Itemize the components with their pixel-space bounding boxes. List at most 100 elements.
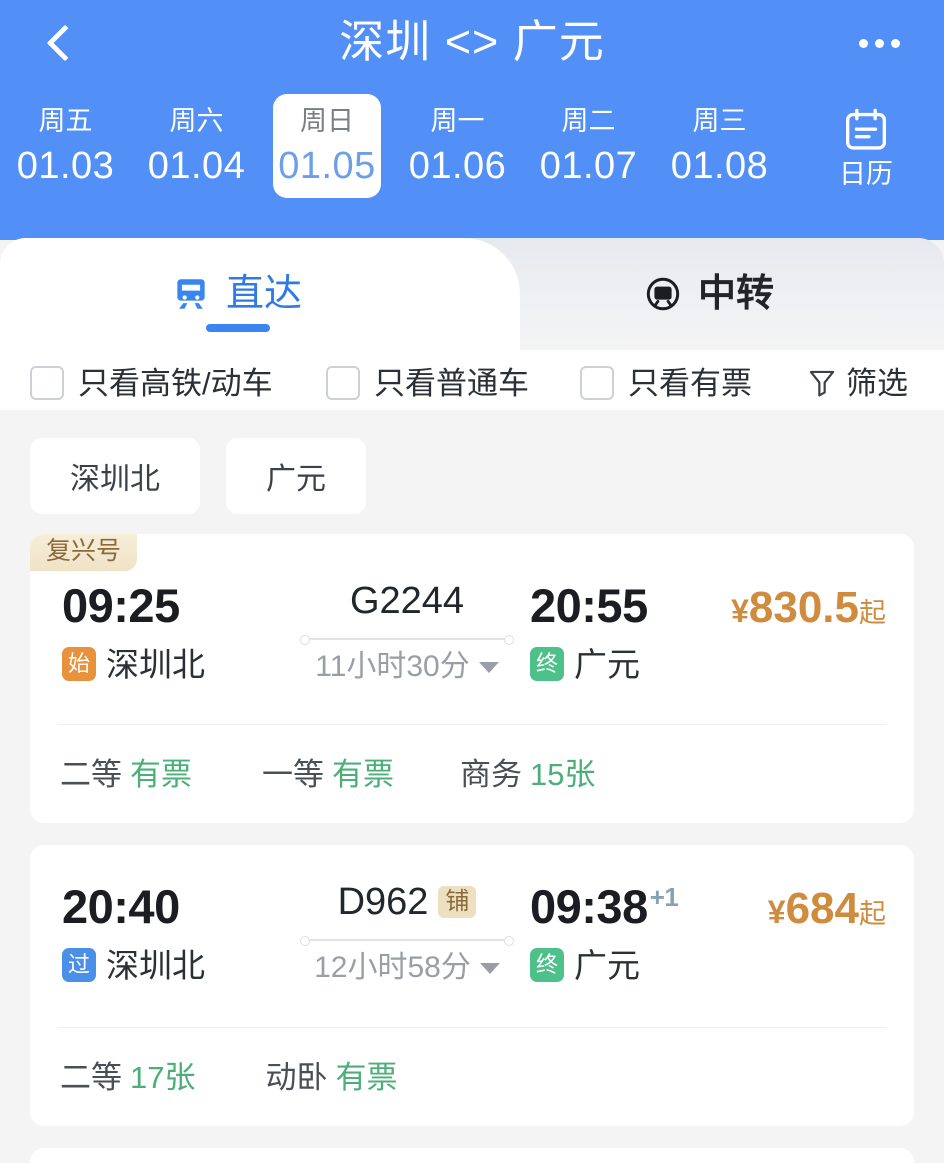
- filter-highspeed-label: 只看高铁/动车: [78, 365, 273, 401]
- price: ¥684起: [768, 887, 886, 931]
- price-block: ¥830.5起: [731, 586, 886, 630]
- currency-symbol: ¥: [731, 593, 749, 629]
- filter-row: 只看高铁/动车 只看普通车 只看有票 筛选: [0, 350, 944, 416]
- tab-transfer[interactable]: 中转: [472, 238, 944, 350]
- duration-line: [300, 635, 514, 645]
- seat-class-label: 一等: [262, 756, 324, 792]
- checkbox-icon[interactable]: [580, 366, 614, 400]
- seat-class-item[interactable]: 动卧 有票: [265, 1062, 397, 1093]
- train-card[interactable]: 20:40 过 深圳北 D962 铺 12小时58分 09:38+1 终 广元 …: [30, 845, 914, 1126]
- filter-normal-label: 只看普通车: [374, 365, 529, 401]
- more-horizontal-icon: [890, 38, 900, 48]
- duration-toggle[interactable]: 12小时58分: [314, 953, 500, 983]
- seat-status: 有票: [332, 756, 394, 792]
- date-item-0[interactable]: 周五 01.03: [0, 96, 131, 196]
- train-number-text: G2244: [349, 580, 465, 622]
- filter-normal[interactable]: 只看普通车: [326, 366, 529, 400]
- arrival-time-text: 09:38: [530, 880, 648, 933]
- train-number: D962 铺: [338, 883, 477, 921]
- seat-class-label: 商务: [460, 756, 522, 792]
- seat-class-item[interactable]: 商务 15张: [460, 759, 595, 790]
- date-item-2-selected[interactable]: 周日 01.05: [273, 94, 381, 198]
- date-item-1[interactable]: 周六 01.04: [131, 96, 262, 196]
- date-weekday: 周五: [38, 105, 93, 136]
- seat-availability-row: 二等 17张 动卧 有票: [30, 1028, 914, 1126]
- train-card[interactable]: [30, 1148, 914, 1163]
- departure-block: 20:40 过 深圳北: [62, 883, 292, 982]
- tab-direct-label: 直达: [225, 273, 302, 315]
- arrival-station: 广元: [574, 645, 640, 683]
- train-number-block: G2244 11小时30分: [292, 582, 522, 682]
- transfer-train-icon: [646, 277, 680, 311]
- duration-toggle[interactable]: 11小时30分: [315, 652, 499, 682]
- pass-station-badge: 过: [62, 948, 96, 982]
- price-suffix: 起: [859, 598, 886, 628]
- arrival-block: 09:38+1 终 广元: [530, 883, 750, 982]
- duration-line: [300, 936, 514, 946]
- departure-station: 深圳北: [106, 645, 205, 683]
- date-item-4[interactable]: 周二 01.07: [523, 96, 654, 196]
- chevron-down-icon: [479, 962, 500, 974]
- filter-button-label: 筛选: [846, 365, 908, 401]
- filter-available[interactable]: 只看有票: [580, 366, 752, 400]
- seat-class-item[interactable]: 二等 17张: [60, 1062, 195, 1093]
- calendar-button[interactable]: 日历: [805, 96, 927, 196]
- nav-bar: 深圳 <> 广元: [0, 0, 944, 88]
- seat-class-label: 二等: [60, 1059, 122, 1095]
- train-icon: [177, 279, 205, 309]
- arrival-station: 广元: [574, 946, 640, 984]
- price-value: 684: [785, 884, 859, 933]
- date-item-3[interactable]: 周一 01.06: [392, 96, 523, 196]
- departure-time: 20:40: [62, 880, 180, 933]
- more-options-button[interactable]: [844, 18, 914, 68]
- seat-class-item[interactable]: 一等 有票: [262, 759, 394, 790]
- date-value: 01.07: [539, 144, 638, 187]
- more-horizontal-icon: [874, 38, 884, 48]
- date-weekday: 周日: [300, 105, 354, 136]
- filter-available-label: 只看有票: [628, 365, 752, 401]
- seat-class-item[interactable]: 二等 有票: [60, 759, 192, 790]
- departure-time: 09:25: [62, 579, 180, 632]
- seat-status: 有票: [130, 756, 192, 792]
- train-card[interactable]: 复兴号 09:25 始 深圳北 G2244 11小时30分 20:55 终 广元…: [30, 534, 914, 823]
- seat-availability-row: 二等 有票 一等 有票 商务 15张: [30, 725, 914, 823]
- date-weekday: 周六: [169, 105, 224, 136]
- tab-bar: 直达 中转: [0, 238, 944, 350]
- station-chip-row: 深圳北 广元: [0, 438, 944, 514]
- currency-symbol: ¥: [767, 894, 786, 930]
- tab-direct[interactable]: 直达: [0, 238, 472, 350]
- checkbox-icon[interactable]: [30, 366, 64, 400]
- filter-button[interactable]: 筛选: [808, 368, 908, 399]
- calendar-label: 日历: [839, 158, 893, 189]
- departure-block: 09:25 始 深圳北: [62, 582, 292, 681]
- departure-station-row: 始 深圳北: [62, 647, 292, 681]
- train-number-text: D962: [337, 881, 429, 923]
- arrival-day-offset: +1: [649, 882, 679, 913]
- date-value: 01.03: [16, 144, 115, 187]
- filter-highspeed[interactable]: 只看高铁/动车: [30, 366, 273, 400]
- arrival-station-row: 终 广元: [530, 948, 750, 982]
- active-tab-indicator: [206, 324, 270, 332]
- arrival-block: 20:55 终 广元: [530, 582, 750, 681]
- date-item-5[interactable]: 周三 01.08: [654, 96, 785, 196]
- start-station-badge: 始: [62, 647, 96, 681]
- seat-status: 15张: [530, 756, 596, 792]
- date-selector: 周五 01.03 周六 01.04 周日 01.05 周一 01.06 周二 0…: [0, 94, 944, 216]
- checkbox-icon[interactable]: [326, 366, 360, 400]
- train-list: 复兴号 09:25 始 深圳北 G2244 11小时30分 20:55 终 广元…: [0, 534, 944, 1163]
- seat-class-label: 动卧: [265, 1059, 328, 1095]
- date-value: 01.06: [408, 144, 507, 187]
- date-value: 01.08: [670, 144, 769, 187]
- end-station-badge: 终: [530, 948, 564, 982]
- train-card-main: 20:40 过 深圳北 D962 铺 12小时58分 09:38+1 终 广元 …: [30, 845, 914, 1027]
- station-chip-origin[interactable]: 深圳北: [30, 438, 200, 514]
- seat-status: 有票: [335, 1059, 398, 1095]
- date-weekday: 周二: [561, 105, 616, 136]
- station-chip-destination[interactable]: 广元: [226, 438, 366, 514]
- arrival-station-row: 终 广元: [530, 647, 750, 681]
- price: ¥830.5起: [731, 586, 886, 630]
- duration-text: 11小时30分: [315, 650, 470, 683]
- arrival-time: 20:55: [530, 582, 750, 629]
- duration-text: 12小时58分: [314, 951, 471, 984]
- train-number-block: D962 铺 12小时58分: [292, 883, 522, 983]
